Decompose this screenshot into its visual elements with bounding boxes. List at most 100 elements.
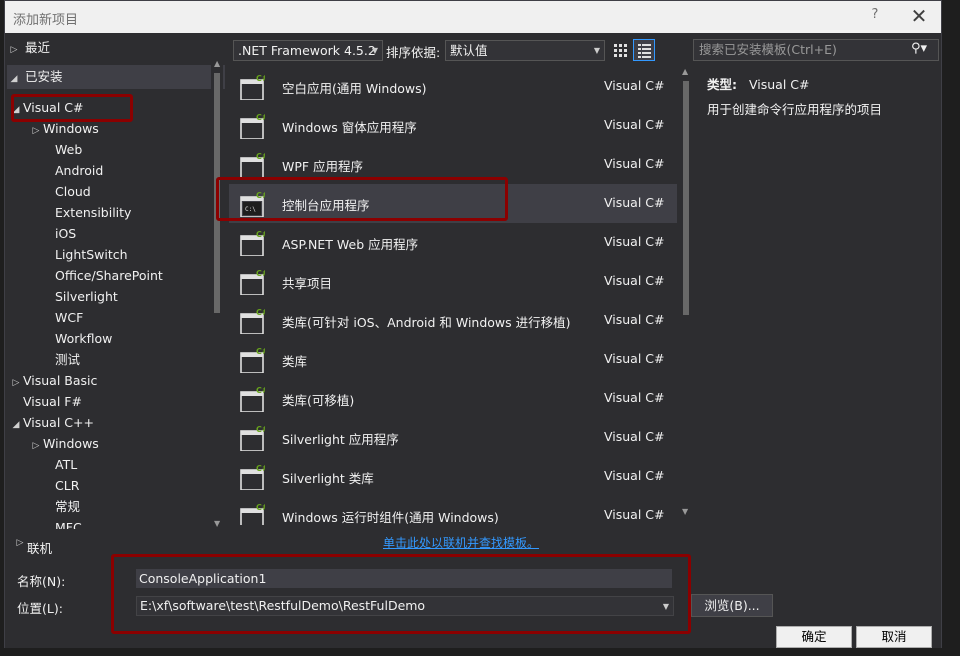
chevron-down-icon[interactable]: ▼ [663,598,669,616]
template-category-tree: ▷ 最近 ◢ 已安装 ◢ Visual C# ▷ Windows Web Android C… [7,35,225,529]
nav-item[interactable]: Extensibility [41,202,131,223]
nav-item-label: 测试 [55,352,81,367]
nav-item[interactable]: LightSwitch [41,244,128,265]
help-button[interactable]: ? [865,7,885,27]
nav-item-label: Android [55,163,104,178]
nav-item-label: WCF [55,310,84,325]
template-name: Windows 窗体应用程序 [282,120,417,135]
expand-arrow-icon[interactable]: ▷ [13,538,27,548]
template-row[interactable]: C# Silverlight 类库 Visual C# [229,457,677,496]
svg-text:C#: C# [256,152,265,161]
nav-item-label: Visual Basic [23,373,98,388]
nav-item[interactable]: 测试 [41,349,80,370]
grid-view-button[interactable] [610,40,630,60]
template-row[interactable]: C# 共享项目 Visual C# [229,262,677,301]
template-search-input[interactable]: 搜索已安装模板(Ctrl+E) [693,39,939,61]
cancel-button[interactable]: 取消 [856,626,932,648]
nav-item[interactable]: ◢ Visual C++ [9,412,94,433]
nav-item[interactable]: Workflow [41,328,112,349]
scroll-down-icon[interactable]: ▼ [682,507,688,516]
expand-arrow-icon[interactable]: ▷ [7,40,21,61]
svg-text:C#: C# [256,74,265,83]
template-row[interactable]: C# 类库(可针对 iOS、Android 和 Windows 进行移植) Visu… [229,301,677,340]
nav-item[interactable]: Office/SharePoint [41,265,163,286]
nav-item-label: Silverlight [55,289,118,304]
add-new-project-dialog: 添加新项目 ? ✕ ▷ 最近 ◢ 已安装 ◢ Visual C# ▷ Windows W… [4,0,942,650]
nav-item[interactable]: Web [41,139,82,160]
nav-item[interactable]: Android [41,160,103,181]
detail-description: 用于创建命令行应用程序的项目 [707,102,883,117]
nav-item-label: Extensibility [55,205,132,220]
template-scroll-thumb[interactable] [683,81,689,315]
winrt-component-icon: C# [240,503,265,525]
scroll-up-icon[interactable]: ▲ [682,67,688,76]
nav-item[interactable]: MFC [41,517,82,529]
template-row[interactable]: C# Windows 运行时组件(通用 Windows) Visual C# [229,496,677,525]
template-language: Visual C# [604,312,665,327]
template-row[interactable]: C# WPF 应用程序 Visual C# [229,145,677,184]
nav-item[interactable]: ▷ Windows [29,118,99,139]
template-row[interactable]: C# 空白应用(通用 Windows) Visual C# [229,67,677,106]
collapse-arrow-icon[interactable]: ◢ [7,67,21,91]
ok-button[interactable]: 确定 [776,626,852,648]
sort-dropdown[interactable]: 默认值 ▼ [445,40,605,61]
project-name-input[interactable]: ConsoleApplication1 [136,569,672,588]
location-label: 位置(L): [17,601,63,616]
nav-item[interactable]: CLR [41,475,79,496]
svg-text:C#: C# [256,347,265,356]
template-row[interactable]: C# ASP.NET Web 应用程序 Visual C# [229,223,677,262]
title-bar: 添加新项目 ? ✕ [5,1,941,33]
nav-item[interactable]: WCF [41,307,83,328]
name-label: 名称(N): [17,574,66,589]
svg-text:C#: C# [256,308,265,317]
nav-online[interactable]: ▷ 联机 [17,538,52,557]
framework-dropdown[interactable]: .NET Framework 4.5.2 ▼ [233,40,383,61]
windows-forms-icon: C# [240,113,265,139]
wpf-icon: C# [240,152,265,178]
online-templates-link[interactable]: 单击此处以联机并查找模板。 [383,534,539,551]
svg-text:C#: C# [256,230,265,239]
project-location-combobox[interactable]: E:\xf\software\test\RestfulDemo\RestFulD… [136,596,674,616]
nav-item-label: Windows [43,436,99,451]
nav-item-label: LightSwitch [55,247,128,262]
template-language: Visual C# [604,234,665,249]
nav-item[interactable]: 常规 [41,496,80,517]
nav-item[interactable]: ATL [41,454,77,475]
category-scroll-thumb[interactable] [214,73,220,313]
nav-installed[interactable]: ◢ 已安装 [7,65,225,89]
scroll-down-icon[interactable]: ▼ [214,519,220,528]
nav-item[interactable]: iOS [41,223,76,244]
template-row[interactable]: C# 类库(可移植) Visual C# [229,379,677,418]
expand-arrow-icon[interactable]: ◢ [9,100,23,121]
template-language: Visual C# [604,273,665,288]
nav-item[interactable]: Visual F# [9,391,82,412]
nav-item[interactable]: ▷ Visual Basic [9,370,98,391]
nav-item[interactable]: Silverlight [41,286,118,307]
nav-item[interactable]: Cloud [41,181,91,202]
chevron-down-icon: ▼ [593,46,600,55]
template-row[interactable]: C# Windows 窗体应用程序 Visual C# [229,106,677,145]
browse-button[interactable]: 浏览(B)... [691,594,773,617]
close-button[interactable]: ✕ [905,5,933,29]
template-language: Visual C# [604,156,665,171]
svg-text:C#: C# [256,191,265,200]
template-row[interactable]: C# Silverlight 应用程序 Visual C# [229,418,677,457]
template-language: Visual C# [604,195,665,210]
nav-item-label: Visual C# [23,100,84,115]
template-row[interactable]: C:\C# 控制台应用程序 Visual C# [229,184,677,223]
nav-item[interactable]: ◢ Visual C# [9,97,84,118]
silverlight-app-icon: C# [240,425,265,451]
scroll-up-icon[interactable]: ▲ [214,59,220,68]
grid-view-icon [614,44,627,57]
template-row[interactable]: C# 类库 Visual C# [229,340,677,379]
search-icon[interactable]: ⚲▾ [911,41,927,56]
class-library-icon: C# [240,347,265,373]
nav-item[interactable]: ▷ Windows [29,433,99,454]
template-name: 空白应用(通用 Windows) [282,81,427,96]
svg-text:C#: C# [256,503,265,512]
expand-arrow-icon[interactable]: ◢ [9,415,23,436]
list-view-button[interactable] [633,39,655,61]
portable-class-library-icon: C# [240,386,265,412]
nav-recent[interactable]: ▷ 最近 [7,37,50,58]
template-name: 类库(可针对 iOS、Android 和 Windows 进行移植) [282,315,571,330]
